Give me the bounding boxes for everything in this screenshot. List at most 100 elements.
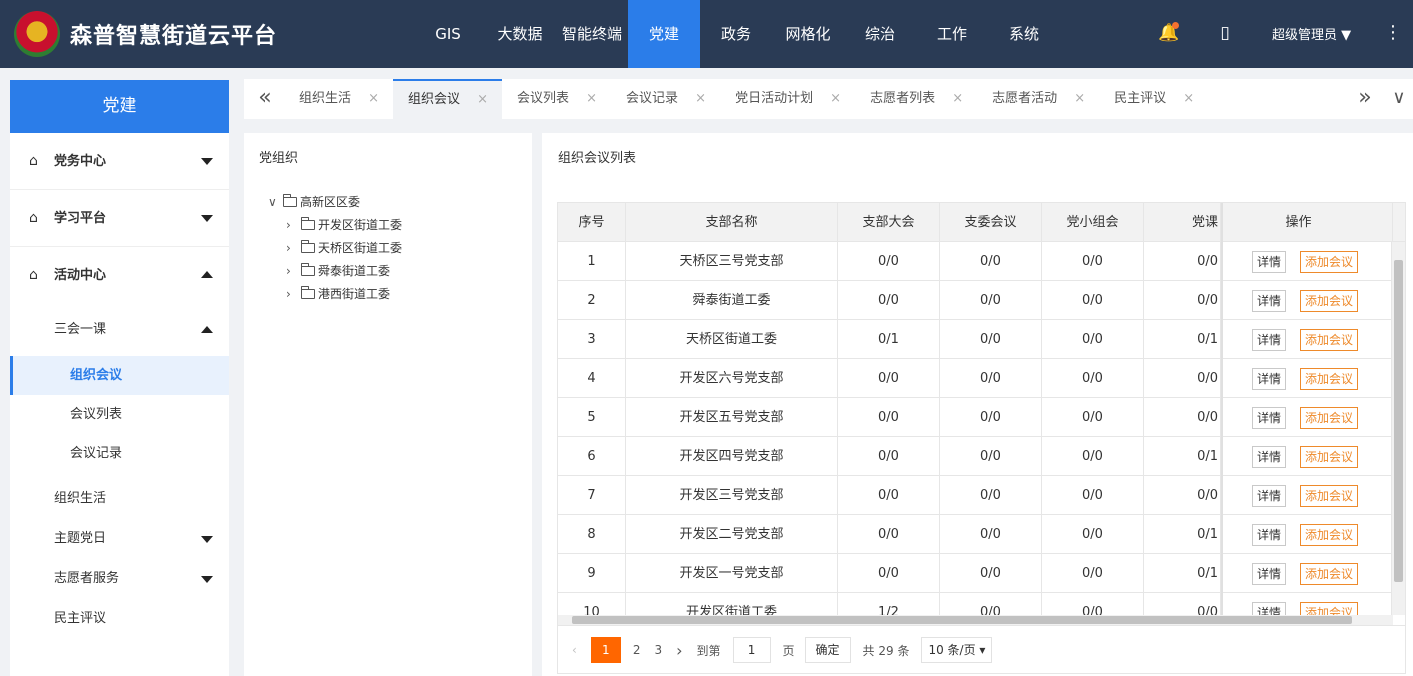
scrollbar-thumb[interactable] (1394, 260, 1403, 582)
table-cell-actions: 详情 添加会议 (1221, 242, 1393, 281)
nav-gis[interactable]: GIS (412, 0, 484, 68)
prev-page-icon[interactable]: ‹ (572, 643, 577, 657)
add-meeting-button[interactable]: 添加会议 (1300, 328, 1359, 351)
tab-org-life[interactable]: 组织生活 × (284, 79, 393, 119)
tab-label: 组织会议 (408, 92, 461, 107)
add-meeting-button[interactable]: 添加会议 (1300, 250, 1359, 273)
sidebar-item-volunteer[interactable]: 志愿者服务 (10, 559, 229, 599)
table-cell: 0/1 (1144, 554, 1221, 593)
nav-party-building[interactable]: 党建 (628, 0, 700, 68)
detail-button[interactable]: 详情 (1252, 328, 1287, 351)
collapse-chevron-icon[interactable]: › (286, 260, 301, 283)
collapse-chevron-icon[interactable]: › (286, 214, 301, 237)
nav-smart-terminal[interactable]: 智能终端 (556, 0, 628, 68)
tree-node-label: 高新区区委 (300, 195, 361, 209)
table-cell: 0/0 (940, 515, 1042, 554)
tabs-scroll-right-icon[interactable]: » (1350, 79, 1380, 119)
detail-button[interactable]: 详情 (1252, 484, 1287, 507)
nav-bigdata[interactable]: 大数据 (484, 0, 556, 68)
scrollbar-thumb[interactable] (572, 616, 1352, 624)
detail-button[interactable]: 详情 (1252, 445, 1287, 468)
sidebar-item-org-meeting[interactable]: 组织会议 (10, 356, 229, 395)
tree-node[interactable]: › 港西街道工委 (268, 283, 402, 306)
table-cell: 0/0 (838, 515, 940, 554)
detail-button[interactable]: 详情 (1252, 289, 1287, 312)
table-row: 4 开发区六号党支部 0/0 0/0 0/0 0/0 详情 添加会议 (558, 359, 1405, 398)
table-cell: 4 (558, 359, 626, 398)
sidebar-item-meeting-list[interactable]: 会议列表 (10, 395, 229, 434)
close-icon[interactable]: × (368, 79, 379, 119)
page-2[interactable]: 2 (633, 643, 641, 657)
add-meeting-button[interactable]: 添加会议 (1300, 562, 1359, 585)
close-icon[interactable]: × (830, 79, 841, 119)
add-meeting-button[interactable]: 添加会议 (1300, 367, 1359, 390)
more-vertical-icon[interactable]: ⋮ (1384, 22, 1402, 44)
sidebar-item-activity-center[interactable]: ⌂ 活动中心 (10, 247, 229, 304)
tree-node-label: 开发区街道工委 (318, 218, 403, 232)
table-cell: 0/0 (1144, 281, 1221, 320)
close-icon[interactable]: × (952, 79, 963, 119)
close-icon[interactable]: × (1183, 79, 1194, 119)
mobile-icon[interactable]: ▯ (1214, 22, 1236, 44)
close-icon[interactable]: × (1074, 79, 1085, 119)
tabs: 组织生活 × 组织会议 × 会议列表 × 会议记录 × 党日活动计划 × 志愿者列表 × 志… (284, 79, 1208, 119)
next-page-icon[interactable]: › (676, 641, 682, 660)
page-1[interactable]: 1 (590, 637, 621, 663)
add-meeting-button[interactable]: 添加会议 (1300, 406, 1359, 429)
sidebar-item-democratic-review[interactable]: 民主评议 (10, 599, 229, 639)
nav-system[interactable]: 系统 (988, 0, 1060, 68)
close-icon[interactable]: × (586, 79, 597, 119)
tree-node[interactable]: › 舜泰街道工委 (268, 260, 402, 283)
nav-government[interactable]: 政务 (700, 0, 772, 68)
page-size-select[interactable]: 10 条/页 ▾ (921, 637, 993, 663)
add-meeting-button[interactable]: 添加会议 (1300, 484, 1359, 507)
nav-governance[interactable]: 综治 (844, 0, 916, 68)
detail-button[interactable]: 详情 (1252, 523, 1287, 546)
add-meeting-button[interactable]: 添加会议 (1300, 523, 1359, 546)
tab-volunteer-list[interactable]: 志愿者列表 × (855, 79, 977, 119)
table-cell-actions: 详情 添加会议 (1221, 398, 1393, 437)
user-menu[interactable]: 超级管理员 ▼ (1272, 24, 1351, 43)
tree-node[interactable]: › 开发区街道工委 (268, 214, 402, 237)
tab-party-day-plan[interactable]: 党日活动计划 × (720, 79, 855, 119)
table-cell: 0/0 (838, 398, 940, 437)
tree-node[interactable]: › 天桥区街道工委 (268, 237, 402, 260)
close-icon[interactable]: × (477, 81, 488, 119)
sidebar-item-theme-day[interactable]: 主题党日 (10, 519, 229, 559)
tab-democratic-review[interactable]: 民主评议 × (1099, 79, 1208, 119)
sidebar-item-learning[interactable]: ⌂ 学习平台 (10, 190, 229, 247)
add-meeting-button[interactable]: 添加会议 (1300, 601, 1359, 615)
expand-chevron-icon[interactable]: ∨ (268, 191, 283, 214)
nav-work[interactable]: 工作 (916, 0, 988, 68)
sidebar-item-label: 组织生活 (54, 491, 107, 506)
tree-node-root[interactable]: ∨ 高新区区委 (268, 191, 402, 214)
close-icon[interactable]: × (695, 79, 706, 119)
horizontal-scrollbar[interactable] (558, 615, 1393, 625)
sidebar-item-party-affairs[interactable]: ⌂ 党务中心 (10, 133, 229, 190)
table-cell-actions: 详情 添加会议 (1221, 593, 1393, 615)
nav-grid[interactable]: 网格化 (772, 0, 844, 68)
page-3[interactable]: 3 (654, 643, 662, 657)
add-meeting-button[interactable]: 添加会议 (1300, 445, 1359, 468)
goto-page-input[interactable]: 1 (732, 637, 771, 663)
collapse-chevron-icon[interactable]: › (286, 283, 301, 306)
tabs-menu-chevron-icon[interactable]: ∨ (1384, 79, 1413, 119)
vertical-scrollbar[interactable] (1391, 242, 1405, 615)
detail-button[interactable]: 详情 (1252, 367, 1287, 390)
column-header: 序号 (558, 203, 626, 242)
tab-org-meeting[interactable]: 组织会议 × (393, 79, 503, 119)
sidebar-item-org-life[interactable]: 组织生活 (10, 479, 229, 519)
detail-button[interactable]: 详情 (1252, 406, 1287, 429)
add-meeting-button[interactable]: 添加会议 (1300, 289, 1359, 312)
tab-volunteer-activity[interactable]: 志愿者活动 × (977, 79, 1099, 119)
detail-button[interactable]: 详情 (1252, 250, 1287, 273)
tab-meeting-list[interactable]: 会议列表 × (502, 79, 611, 119)
sidebar-item-three-meetings[interactable]: 三会一课 (10, 304, 229, 356)
sidebar-item-meeting-records[interactable]: 会议记录 (10, 434, 229, 473)
collapse-chevron-icon[interactable]: › (286, 237, 301, 260)
detail-button[interactable]: 详情 (1252, 601, 1287, 615)
goto-confirm-button[interactable]: 确定 (804, 637, 851, 663)
tabs-scroll-left-icon[interactable]: « (250, 79, 280, 119)
tab-meeting-records[interactable]: 会议记录 × (611, 79, 720, 119)
detail-button[interactable]: 详情 (1252, 562, 1287, 585)
